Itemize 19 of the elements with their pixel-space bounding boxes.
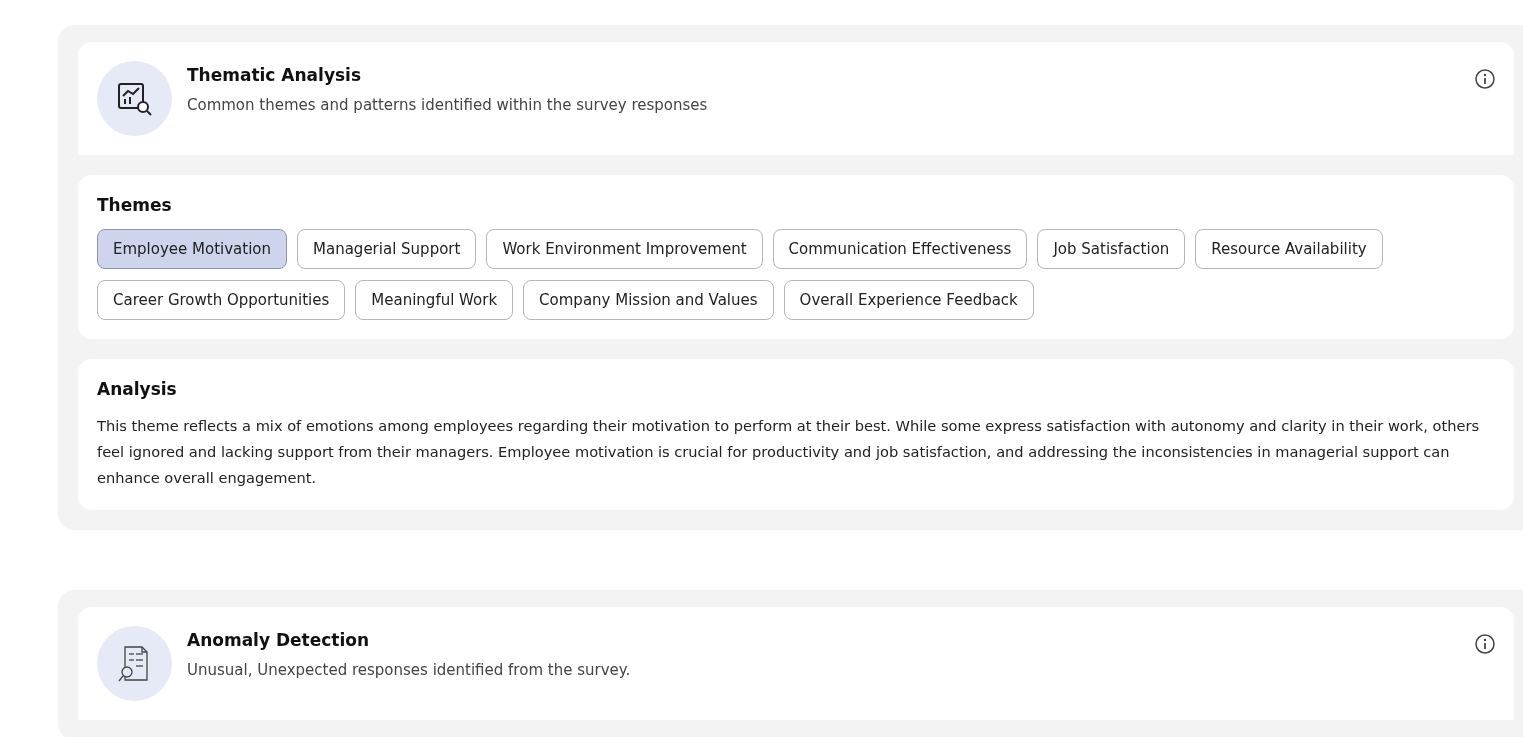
theme-chip[interactable]: Meaningful Work [355, 280, 514, 320]
theme-chip[interactable]: Career Growth Opportunities [97, 280, 346, 320]
theme-chip[interactable]: Resource Availability [1195, 229, 1383, 269]
info-icon[interactable] [1475, 634, 1495, 654]
theme-chip[interactable]: Work Environment Improvement [486, 229, 763, 269]
section-heading: Analysis [97, 379, 178, 399]
theme-chip[interactable]: Managerial Support [297, 229, 477, 269]
section-subtitle: Common themes and patterns identified within the survey responses [187, 96, 709, 114]
section-title: Thematic Analysis [187, 65, 363, 85]
section-subtitle: Unusual, Unexpected responses identified from the survey. [187, 661, 632, 679]
theme-chip[interactable]: Communication Effectiveness [772, 229, 1028, 269]
section-title: Anomaly Detection [187, 630, 371, 650]
info-icon[interactable] [1475, 69, 1495, 89]
theme-chip[interactable]: Employee Motivation [97, 229, 288, 269]
theme-chip[interactable]: Overall Experience Feedback [783, 280, 1034, 320]
section-heading: Themes [97, 195, 173, 215]
theme-chip[interactable]: Company Mission and Values [523, 280, 774, 320]
analysis-text: This theme reflects a mix of emotions among employees regarding their motivation to perform at their best. While some express satisfaction with autonomy and clarity in their work, others feel ignored and lacking support from their managers. Employee motivation is crucial for productivity and job satisfaction, and addressing the inconsistencies in managerial support can enhance overall engagement. [97, 416, 1480, 488]
theme-chip[interactable]: Job Satisfaction [1037, 229, 1186, 269]
